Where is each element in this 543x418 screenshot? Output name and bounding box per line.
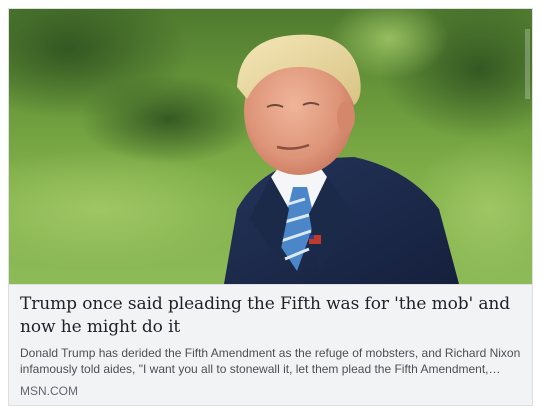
link-preview-card[interactable]: Trump once said pleading the Fifth was f…: [8, 8, 533, 406]
preview-domain: MSN.COM: [20, 384, 78, 398]
preview-meta: Trump once said pleading the Fifth was f…: [9, 284, 532, 405]
preview-headline[interactable]: Trump once said pleading the Fifth was f…: [20, 293, 523, 339]
preview-description: Donald Trump has derided the Fifth Amend…: [20, 346, 521, 376]
preview-image[interactable]: [9, 9, 532, 284]
photo-illustration: [9, 9, 532, 284]
